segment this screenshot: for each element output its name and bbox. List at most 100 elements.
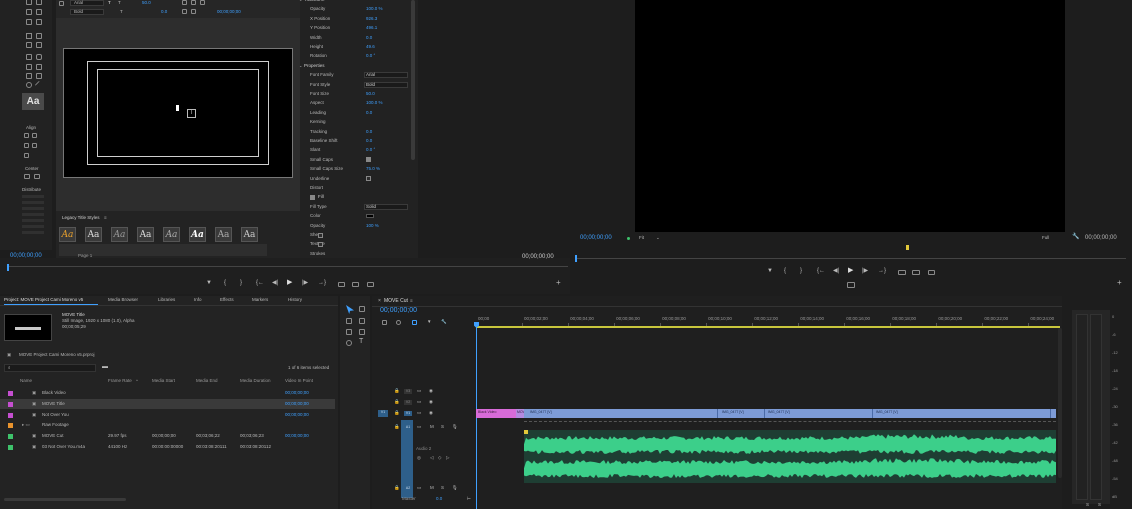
prog-mark-out-icon[interactable]: }: [800, 268, 802, 274]
step-back-icon[interactable]: ◀|: [272, 280, 278, 286]
project-tab-4[interactable]: Effects: [220, 297, 234, 303]
path-type-tool-icon[interactable]: [26, 19, 32, 25]
properties-value-4[interactable]: 0.0: [366, 110, 372, 116]
center-vertical-icon[interactable]: [34, 174, 40, 179]
transform-value-5[interactable]: 0.0 °: [366, 53, 375, 59]
overwrite-icon[interactable]: [352, 282, 359, 287]
column-header-4[interactable]: Media Duration: [240, 378, 271, 384]
selection-tool-icon[interactable]: [346, 305, 354, 314]
prog-go-in-icon[interactable]: {←: [817, 268, 825, 274]
area-type-tool-icon[interactable]: [26, 9, 32, 15]
fill-checkbox-4[interactable]: [318, 241, 323, 247]
align-left-icon[interactable]: [24, 133, 29, 138]
style-thumb-8[interactable]: Aa: [241, 227, 258, 242]
meter-solo-left[interactable]: S: [1086, 502, 1089, 508]
v1-label[interactable]: V1: [404, 411, 412, 416]
project-scrollbar[interactable]: [4, 498, 126, 501]
program-playhead[interactable]: [575, 255, 577, 262]
row-name-3[interactable]: Raw Footage: [42, 422, 69, 428]
properties-checkbox-9[interactable]: [366, 157, 371, 163]
vertical-path-type-icon[interactable]: [36, 19, 42, 25]
properties-value-8[interactable]: 0.0 °: [366, 147, 375, 153]
tab-stops-icon[interactable]: [182, 9, 187, 14]
arc-tool-icon[interactable]: [36, 73, 42, 79]
audio-next-kf[interactable]: ▷: [446, 455, 449, 461]
align-text-center-icon[interactable]: [191, 0, 196, 5]
transform-section[interactable]: Transform: [304, 0, 324, 3]
column-header-2[interactable]: Media Start: [152, 378, 175, 384]
quality-dropdown[interactable]: Full: [1042, 235, 1049, 241]
column-header-0[interactable]: Name: [20, 378, 32, 384]
a2-label[interactable]: A2: [404, 486, 412, 491]
fit-chevron-icon[interactable]: ⌄: [656, 235, 660, 241]
timeline-vscroll[interactable]: [1058, 328, 1062, 478]
row-color-label-5[interactable]: [8, 445, 13, 450]
transform-value-1[interactable]: 926.3: [366, 16, 377, 22]
move-title-clip[interactable]: MOVE: [516, 409, 527, 418]
show-background-icon[interactable]: [191, 9, 196, 14]
project-tab-1[interactable]: Media Browser: [108, 297, 138, 303]
go-to-out-icon[interactable]: →}: [318, 280, 326, 286]
project-row-5[interactable]: ▣ 03 Not Over You.m4a 44100 Hz 00:00:00:000…: [0, 442, 335, 452]
a1-label[interactable]: A1: [404, 425, 412, 430]
fill-value-0[interactable]: Solid: [366, 204, 376, 210]
row-name-5[interactable]: 03 Not Over You.m4a: [42, 444, 85, 450]
extract-icon[interactable]: [912, 270, 920, 275]
row-name-2[interactable]: Not Over You: [42, 412, 69, 418]
panel-menu-icon[interactable]: ≡: [104, 215, 107, 221]
align-bottom-icon[interactable]: [24, 153, 29, 158]
a2-solo[interactable]: S: [441, 485, 444, 491]
style-thumb-2[interactable]: Aa: [85, 227, 102, 242]
align-text-left-icon[interactable]: [182, 0, 187, 5]
timeline-close-icon[interactable]: ×: [378, 298, 381, 304]
font-size-value[interactable]: 50.0: [142, 0, 151, 6]
fill-checkbox-3[interactable]: [318, 232, 323, 238]
v1-eye-icon[interactable]: ◉: [429, 410, 433, 416]
prog-step-forward-icon[interactable]: |▶: [862, 268, 868, 274]
row-color-label-4[interactable]: [8, 434, 13, 440]
type-tool-icon-2[interactable]: T: [359, 338, 363, 345]
text-style-preview-icon[interactable]: Aa: [22, 93, 44, 110]
align-text-right-icon[interactable]: [200, 0, 205, 5]
export-frame-icon[interactable]: [367, 282, 374, 287]
v3-sync-icon[interactable]: ▭: [417, 388, 421, 394]
fill-color-swatch[interactable]: [366, 214, 374, 219]
kerning-value[interactable]: 0.0: [161, 9, 167, 15]
prog-add-button-icon[interactable]: +: [1117, 279, 1122, 287]
properties-checkbox-11[interactable]: [366, 176, 371, 182]
project-tab-0[interactable]: Project: MOVE Project Cami Moreno v5: [4, 297, 83, 303]
properties-value-10[interactable]: 75.0 %: [366, 166, 380, 172]
audio-add-kf[interactable]: ◇: [438, 455, 441, 461]
fill-value-2[interactable]: 100 %: [366, 223, 379, 229]
mark-in-icon[interactable]: {: [224, 280, 226, 286]
row-name-0[interactable]: Black Video: [42, 390, 66, 396]
style-thumb-7[interactable]: Aa: [215, 227, 232, 242]
project-row-4[interactable]: ▣ MOVE Cut 29.97 fps 00;00;00;00 00;03;06;22…: [0, 431, 335, 441]
prog-step-back-icon[interactable]: ◀|: [833, 268, 839, 274]
a2-mute[interactable]: M: [430, 485, 434, 491]
row-color-label-0[interactable]: [8, 391, 13, 396]
program-scrub-bar[interactable]: [576, 258, 1126, 259]
timeline-settings-icon[interactable]: 🔧: [441, 319, 447, 325]
lift-icon[interactable]: [898, 270, 906, 275]
v1-lock-icon[interactable]: 🔒: [394, 410, 400, 416]
project-tab-6[interactable]: History: [288, 297, 302, 303]
font-family-dropdown[interactable]: Arial: [70, 0, 104, 6]
transform-value-0[interactable]: 100.0 %: [366, 6, 383, 12]
column-header-3[interactable]: Media End: [196, 378, 218, 384]
row-color-label-1[interactable]: [8, 401, 13, 407]
properties-value-7[interactable]: 0.0: [366, 138, 372, 144]
razor-tool-icon[interactable]: [359, 318, 365, 324]
program-video-frame[interactable]: [635, 0, 1065, 232]
nest-toggle-icon[interactable]: [382, 320, 387, 325]
black-video-clip[interactable]: Black Video: [476, 409, 516, 418]
column-header-1[interactable]: Frame Rate: [108, 378, 132, 384]
transform-value-4[interactable]: 49.6: [366, 44, 375, 50]
add-marker-tl-icon[interactable]: ▼: [427, 319, 431, 325]
master-value[interactable]: 0.0: [436, 496, 442, 502]
step-forward-icon[interactable]: |▶: [302, 280, 308, 286]
a1-sync-icon[interactable]: ▭: [417, 424, 421, 430]
style-thumb-1[interactable]: Aa: [59, 227, 76, 242]
a2-lock-icon[interactable]: 🔒: [394, 485, 400, 491]
row-name-4[interactable]: MOVE Cut: [42, 433, 64, 439]
